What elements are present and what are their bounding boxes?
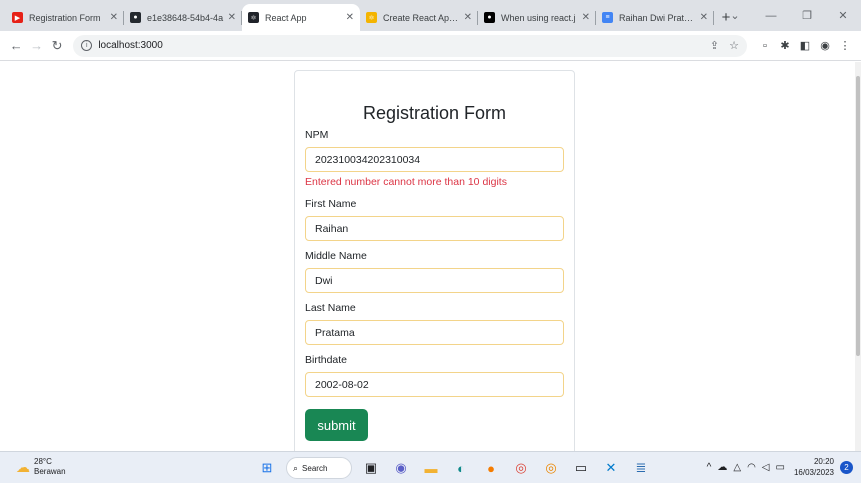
- profile-avatar[interactable]: ◉: [815, 36, 835, 56]
- tab-title: Raihan Dwi Pratam: [619, 12, 696, 23]
- app-orange-icon[interactable]: ●: [480, 457, 502, 479]
- google-drive-icon[interactable]: △: [733, 462, 741, 473]
- npm-label: NPM: [305, 129, 329, 141]
- scrollbar-thumb[interactable]: [856, 76, 860, 356]
- taskbar-apps: ⊞ ⌕ Search ▣ ◉ ▬ ◐ ● ◎ ◎ ▭ ✕ ≣: [252, 457, 656, 479]
- battery-icon[interactable]: ▭: [776, 462, 785, 473]
- cloud-sync-icon[interactable]: ☁: [717, 462, 727, 473]
- restore-button[interactable]: ❐: [789, 0, 825, 31]
- windows-taskbar: ☁ 28°C Berawan ⊞ ⌕ Search ▣ ◉ ▬ ◐ ● ◎ ◎ …: [0, 451, 861, 483]
- cloudy-weather-icon: ☁: [16, 458, 30, 475]
- back-button[interactable]: ←: [6, 35, 26, 57]
- side-panel-icon[interactable]: ◧: [795, 36, 815, 56]
- extensions-area: ▫ ✱ ◧ ◉ ⋮: [755, 36, 855, 56]
- react-icon: ⚛: [248, 12, 259, 23]
- chat-icon[interactable]: ◉: [390, 457, 412, 479]
- forward-button[interactable]: →: [26, 35, 46, 57]
- weather-temperature: 28°C: [34, 457, 52, 466]
- last-name-field: Last Name Pratama: [305, 301, 564, 345]
- extensions-puzzle-icon[interactable]: ✱: [775, 36, 795, 56]
- browser-menu-icon[interactable]: ⋮: [835, 36, 855, 56]
- birthdate-label: Birthdate: [305, 354, 348, 366]
- site-info-icon[interactable]: i: [81, 40, 93, 51]
- weather-widget[interactable]: ☁ 28°C Berawan: [16, 457, 66, 477]
- notepad-icon[interactable]: ≣: [630, 457, 652, 479]
- npm-error-message: Entered number cannot more than 10 digit…: [305, 176, 507, 188]
- medium-icon: ●: [484, 12, 495, 23]
- submit-button[interactable]: submit: [305, 409, 368, 441]
- first-name-input[interactable]: Raihan: [305, 216, 564, 241]
- browser-tab[interactable]: ⚛ React App ✕: [242, 4, 360, 31]
- page-scrollbar[interactable]: [855, 62, 861, 451]
- task-view-icon[interactable]: ▣: [360, 457, 382, 479]
- show-hidden-icons-icon[interactable]: ^: [707, 462, 712, 473]
- close-tab-icon[interactable]: ✕: [582, 12, 590, 23]
- first-name-label: First Name: [305, 198, 357, 210]
- chrome-canary-icon[interactable]: ◎: [540, 457, 562, 479]
- google-docs-icon: ≡: [602, 12, 613, 23]
- browser-tab-strip: ▶ Registration Form ✕ ● e1e38648-54b4-4a ✕ ⚛ Re…: [0, 0, 861, 31]
- clock-time: 20:20: [813, 457, 834, 466]
- tab-title: When using react.j: [501, 12, 576, 23]
- clock-date: 16/03/2023: [793, 468, 834, 477]
- browser-tab[interactable]: ● e1e38648-54b4-4a ✕: [124, 4, 242, 31]
- chrome-icon[interactable]: ◎: [510, 457, 532, 479]
- page-viewport: Registration Form NPM 202310034202310034…: [0, 62, 861, 451]
- address-bar[interactable]: i localhost:3000 ⇪ ☆: [73, 34, 747, 57]
- window-controls: ⌄ — ❐ ✕: [717, 0, 861, 31]
- taskbar-search-label: Search: [302, 463, 328, 473]
- notification-badge[interactable]: 2: [840, 460, 853, 474]
- bookmark-star-icon[interactable]: ☆: [729, 39, 739, 52]
- browser-tab[interactable]: ⚛ Create React App w ✕: [360, 4, 478, 31]
- browser-toolbar: ← → ↻ i localhost:3000 ⇪ ☆ ▫ ✱ ◧ ◉ ⋮: [0, 31, 861, 61]
- close-tab-icon[interactable]: ✕: [346, 12, 354, 23]
- share-icon[interactable]: ⇪: [710, 39, 719, 52]
- first-name-field: First Name Raihan: [305, 197, 564, 241]
- minimize-button[interactable]: —: [753, 0, 789, 31]
- birthdate-field: Birthdate 2002-08-02: [305, 353, 564, 397]
- search-icon: ⌕: [293, 462, 299, 473]
- last-name-input[interactable]: Pratama: [305, 320, 564, 345]
- close-tab-icon[interactable]: ✕: [464, 12, 472, 23]
- last-name-label: Last Name: [305, 302, 356, 314]
- weather-description: Berawan: [34, 467, 66, 476]
- close-window-button[interactable]: ✕: [825, 0, 861, 31]
- browser-tab[interactable]: ≡ Raihan Dwi Pratam ✕: [596, 4, 714, 31]
- registration-card: Registration Form NPM 202310034202310034…: [294, 70, 575, 451]
- vscode-icon[interactable]: ✕: [600, 457, 622, 479]
- form-title: Registration Form: [362, 103, 507, 123]
- npm-field: NPM 202310034202310034 Entered number ca…: [305, 128, 564, 189]
- middle-name-label: Middle Name: [305, 250, 367, 262]
- middle-name-field: Middle Name Dwi: [305, 249, 564, 293]
- wifi-icon[interactable]: ◠: [747, 462, 756, 473]
- close-tab-icon[interactable]: ✕: [228, 12, 236, 23]
- npm-input[interactable]: 202310034202310034: [305, 147, 564, 172]
- close-tab-icon[interactable]: ✕: [110, 12, 118, 23]
- browser-tab[interactable]: ▶ Registration Form ✕: [6, 4, 124, 31]
- birthdate-input[interactable]: 2002-08-02: [305, 372, 564, 397]
- reload-button[interactable]: ↻: [47, 35, 67, 57]
- browser-tab[interactable]: ● When using react.j ✕: [478, 4, 596, 31]
- tab-search-icon[interactable]: ⌄: [717, 0, 753, 31]
- clock[interactable]: 20:20 16/03/2023: [794, 456, 834, 478]
- file-explorer-icon[interactable]: ▬: [420, 457, 442, 479]
- extension-icon[interactable]: ▫: [755, 36, 775, 56]
- github-icon: ●: [130, 12, 141, 23]
- tab-title: e1e38648-54b4-4a: [147, 12, 224, 23]
- tab-title: Create React App w: [383, 12, 460, 23]
- windows-start-icon[interactable]: ⊞: [256, 457, 278, 479]
- tab-title: React App: [265, 12, 307, 23]
- close-tab-icon[interactable]: ✕: [700, 12, 708, 23]
- url-text[interactable]: localhost:3000: [98, 40, 700, 51]
- create-react-app-icon: ⚛: [366, 12, 377, 23]
- system-tray: ^ ☁ △ ◠ ◁ ▭ 20:20 16/03/2023 2: [704, 456, 853, 478]
- volume-icon[interactable]: ◁: [762, 462, 770, 473]
- youtube-icon: ▶: [12, 12, 23, 23]
- edge-icon[interactable]: ◐: [450, 457, 472, 479]
- tab-title: Registration Form: [29, 12, 101, 23]
- terminal-icon[interactable]: ▭: [570, 457, 592, 479]
- taskbar-search[interactable]: ⌕ Search: [286, 457, 352, 479]
- middle-name-input[interactable]: Dwi: [305, 268, 564, 293]
